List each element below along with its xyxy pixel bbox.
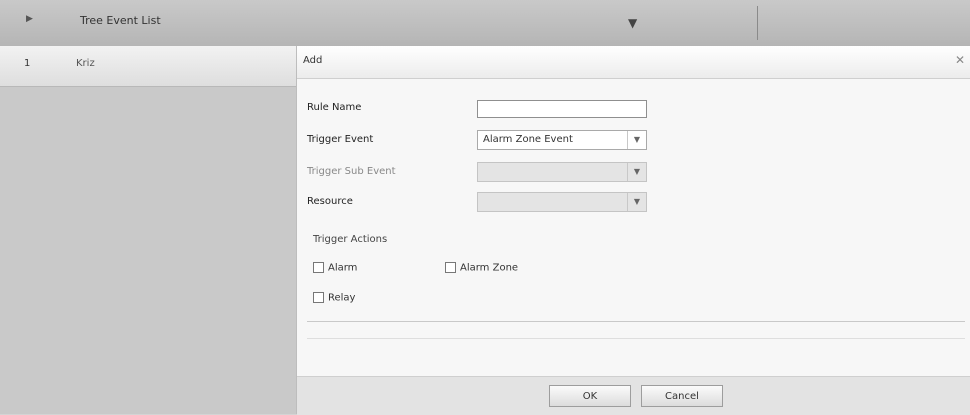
divider bbox=[307, 321, 965, 322]
dialog-footer: OK Cancel bbox=[297, 376, 970, 415]
list-item-index: 1 bbox=[24, 58, 31, 69]
dialog-header: Add ✕ bbox=[297, 46, 970, 79]
trigger-sub-event-select[interactable]: ▼ bbox=[477, 162, 647, 182]
resource-label: Resource bbox=[307, 196, 353, 207]
relay-checkbox[interactable]: Relay bbox=[313, 292, 355, 304]
down-arrow-icon[interactable]: ▼ bbox=[628, 16, 637, 30]
toolbar-divider bbox=[757, 6, 758, 40]
trigger-event-value: Alarm Zone Event bbox=[483, 134, 573, 145]
trigger-actions-label: Trigger Actions bbox=[313, 234, 388, 245]
trigger-event-label: Trigger Event bbox=[307, 134, 374, 145]
checkbox-box[interactable] bbox=[313, 262, 324, 273]
page-title: Tree Event List bbox=[80, 14, 161, 27]
chevron-down-icon: ▼ bbox=[627, 131, 646, 149]
top-bar: ▶ Tree Event List ▼ bbox=[0, 0, 970, 46]
chevron-down-icon: ▼ bbox=[627, 163, 646, 181]
expand-arrow-icon[interactable]: ▶ bbox=[26, 14, 33, 24]
close-icon[interactable]: ✕ bbox=[955, 53, 965, 67]
checkbox-label: Alarm Zone bbox=[460, 262, 519, 274]
checkbox-label: Relay bbox=[328, 292, 356, 304]
rule-name-label: Rule Name bbox=[307, 102, 362, 113]
trigger-event-select[interactable]: Alarm Zone Event ▼ bbox=[477, 130, 647, 150]
dialog-title: Add bbox=[303, 55, 323, 66]
list-item[interactable]: 1 Kriz bbox=[0, 46, 296, 87]
alarm-checkbox[interactable]: Alarm bbox=[313, 262, 357, 274]
divider bbox=[307, 338, 965, 339]
checkbox-box[interactable] bbox=[445, 262, 456, 273]
trigger-sub-event-label: Trigger Sub Event bbox=[307, 166, 396, 177]
list-item-label: Kriz bbox=[76, 58, 95, 69]
resource-select[interactable]: ▼ bbox=[477, 192, 647, 212]
alarm-zone-checkbox[interactable]: Alarm Zone bbox=[445, 262, 518, 274]
ok-button[interactable]: OK bbox=[549, 385, 631, 407]
chevron-down-icon: ▼ bbox=[627, 193, 646, 211]
checkbox-box[interactable] bbox=[313, 292, 324, 303]
add-rule-dialog: Add ✕ Rule Name Trigger Event Alarm Zone… bbox=[296, 46, 970, 415]
checkbox-label: Alarm bbox=[328, 262, 358, 274]
cancel-button[interactable]: Cancel bbox=[641, 385, 723, 407]
rule-name-input[interactable] bbox=[477, 100, 647, 118]
list-panel-body bbox=[0, 87, 296, 414]
